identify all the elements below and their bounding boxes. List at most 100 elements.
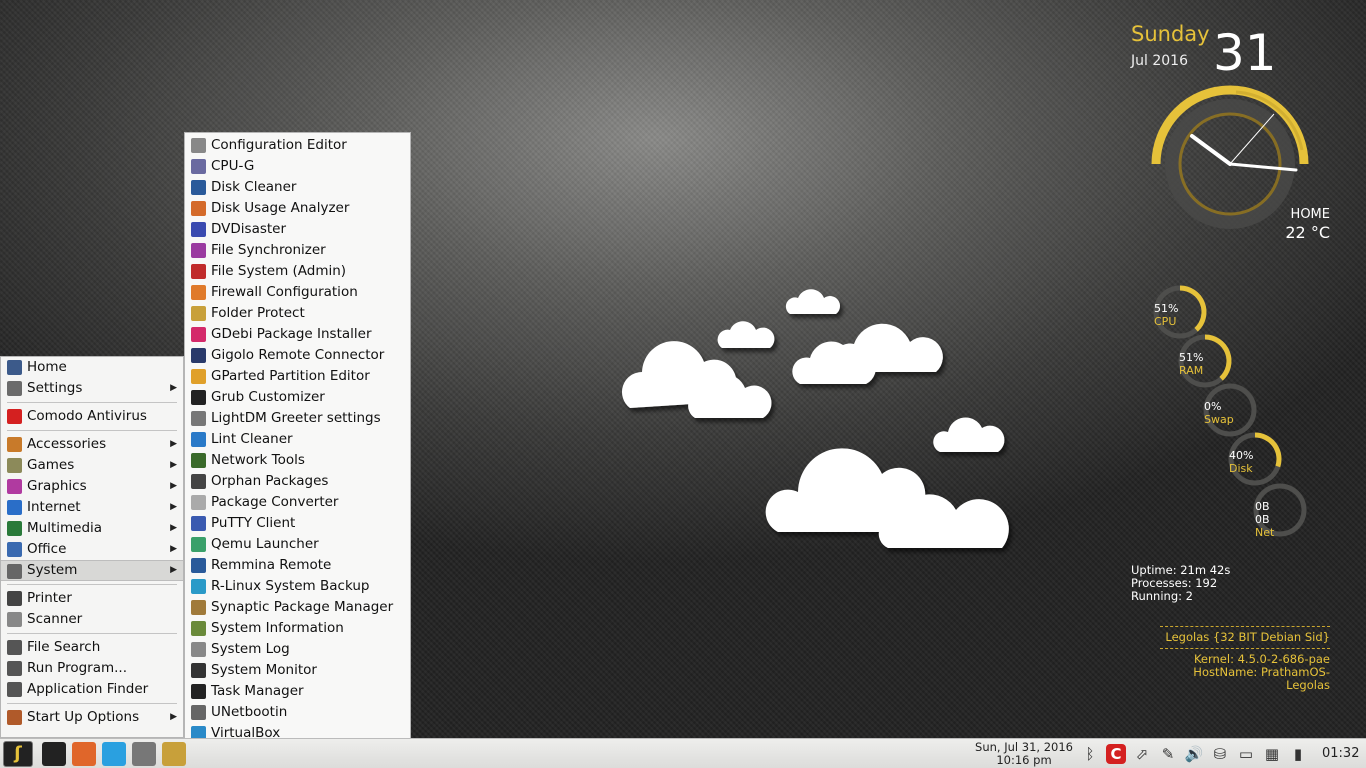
- submenu-item-label: Disk Usage Analyzer: [211, 200, 350, 216]
- network-icon[interactable]: ▦: [1262, 744, 1282, 764]
- submenu-item-label: GParted Partition Editor: [211, 368, 370, 384]
- menu-item-label: Accessories: [27, 436, 107, 452]
- menu-item-application-finder[interactable]: Application Finder: [1, 679, 183, 700]
- submenu-item-lint-cleaner[interactable]: Lint Cleaner: [185, 429, 410, 450]
- month-year: Jul 2016: [1131, 53, 1188, 69]
- submenu-item-folder-protect[interactable]: Folder Protect: [185, 303, 410, 324]
- submenu-item-orphan-packages[interactable]: Orphan Packages: [185, 471, 410, 492]
- screenshot-icon[interactable]: ⬀: [1132, 744, 1152, 764]
- comodo-tray-icon[interactable]: C: [1106, 744, 1126, 764]
- menu-item-comodo-antivirus[interactable]: Comodo Antivirus: [1, 406, 183, 427]
- menu-item-office[interactable]: Office ▶: [1, 539, 183, 560]
- submenu-item-putty-client[interactable]: PuTTY Client: [185, 513, 410, 534]
- cpu-g-icon: [191, 159, 206, 174]
- submenu-item-gdebi-package-installer[interactable]: GDebi Package Installer: [185, 324, 410, 345]
- submenu-item-gigolo-remote-connector[interactable]: Gigolo Remote Connector: [185, 345, 410, 366]
- submenu-item-dvdisaster[interactable]: DVDisaster: [185, 219, 410, 240]
- submenu-item-label: System Information: [211, 620, 344, 636]
- menu-item-home[interactable]: Home: [1, 357, 183, 378]
- grub-icon: [191, 390, 206, 405]
- menu-item-label: Scanner: [27, 611, 83, 627]
- submenu-item-disk-cleaner[interactable]: Disk Cleaner: [185, 177, 410, 198]
- day-number: 31: [1213, 24, 1277, 82]
- hostname: HostName: PrathamOS-Legolas: [1193, 665, 1330, 692]
- menu-item-file-search[interactable]: File Search: [1, 637, 183, 658]
- submenu-arrow-icon: ▶: [170, 544, 177, 554]
- submenu-item-qemu-launcher[interactable]: Qemu Launcher: [185, 534, 410, 555]
- tools-icon[interactable]: ✎: [1158, 744, 1178, 764]
- gauge-ram: 51% RAM: [1179, 351, 1203, 377]
- applications-menu: Home Settings ▶ Comodo Antivirus Accessories…: [0, 356, 184, 738]
- submenu-item-label: R-Linux System Backup: [211, 578, 370, 594]
- submenu-item-synaptic-package-manager[interactable]: Synaptic Package Manager: [185, 597, 410, 618]
- ram-value: 51%: [1179, 351, 1204, 364]
- disk-usage-icon: [191, 201, 206, 216]
- submenu-item-firewall-configuration[interactable]: Firewall Configuration: [185, 282, 410, 303]
- tray-clock[interactable]: 01:32: [1322, 744, 1359, 764]
- submenu-item-configuration-editor[interactable]: Configuration Editor: [185, 135, 410, 156]
- conky-date: Sunday Jul 2016 31: [1131, 22, 1331, 82]
- submenu-item-cpu-g[interactable]: CPU-G: [185, 156, 410, 177]
- menu-item-label: Internet: [27, 499, 81, 515]
- weather-location: HOME: [1290, 207, 1330, 222]
- swap-label: Swap: [1204, 413, 1234, 426]
- submenu-item-file-synchronizer[interactable]: File Synchronizer: [185, 240, 410, 261]
- submenu-item-network-tools[interactable]: Network Tools: [185, 450, 410, 471]
- config-editor-icon: [191, 138, 206, 153]
- submenu-item-unetbootin[interactable]: UNetbootin: [185, 702, 410, 723]
- menu-item-accessories[interactable]: Accessories ▶: [1, 434, 183, 455]
- menu-item-scanner[interactable]: Scanner: [1, 609, 183, 630]
- submenu-item-package-converter[interactable]: Package Converter: [185, 492, 410, 513]
- submenu-item-label: Gigolo Remote Connector: [211, 347, 385, 363]
- menu-item-start-up-options[interactable]: Start Up Options ▶: [1, 707, 183, 728]
- volume-icon[interactable]: 🔊: [1184, 744, 1204, 764]
- text-editor-icon[interactable]: [162, 742, 186, 766]
- terminal-icon[interactable]: [42, 742, 66, 766]
- orphan-packages-icon: [191, 474, 206, 489]
- submenu-item-task-manager[interactable]: Task Manager: [185, 681, 410, 702]
- menu-item-printer[interactable]: Printer: [1, 588, 183, 609]
- gauge-cpu: 51% CPU: [1154, 302, 1178, 328]
- startup-options-icon: [7, 710, 22, 725]
- submenu-item-grub-customizer[interactable]: Grub Customizer: [185, 387, 410, 408]
- system-monitor-icon: [191, 663, 206, 678]
- gparted-icon: [191, 369, 206, 384]
- gdebi-icon: [191, 327, 206, 342]
- submenu-item-gparted-partition-editor[interactable]: GParted Partition Editor: [185, 366, 410, 387]
- battery-icon[interactable]: ▮: [1288, 744, 1308, 764]
- start-menu-button[interactable]: ʃ: [3, 741, 33, 767]
- menu-item-run-program[interactable]: Run Program...: [1, 658, 183, 679]
- system-log-icon: [191, 642, 206, 657]
- display-icon[interactable]: ▭: [1236, 744, 1256, 764]
- submenu-item-disk-usage-analyzer[interactable]: Disk Usage Analyzer: [185, 198, 410, 219]
- calculator-icon[interactable]: [132, 742, 156, 766]
- submenu-item-remmina-remote[interactable]: Remmina Remote: [185, 555, 410, 576]
- menu-item-graphics[interactable]: Graphics ▶: [1, 476, 183, 497]
- bluetooth-icon[interactable]: ᛒ: [1080, 744, 1100, 764]
- unetbootin-icon: [191, 705, 206, 720]
- submenu-item-lightdm-greeter-settings[interactable]: LightDM Greeter settings: [185, 408, 410, 429]
- menu-item-multimedia[interactable]: Multimedia ▶: [1, 518, 183, 539]
- firefox-icon[interactable]: [72, 742, 96, 766]
- submenu-item-system-information[interactable]: System Information: [185, 618, 410, 639]
- dvdisaster-icon: [191, 222, 206, 237]
- submenu-item-label: Network Tools: [211, 452, 305, 468]
- menu-item-label: Comodo Antivirus: [27, 408, 147, 424]
- menu-separator: [7, 633, 177, 634]
- submenu-item-label: Task Manager: [211, 683, 304, 699]
- disk-mount-icon[interactable]: ⛁: [1210, 744, 1230, 764]
- skype-icon[interactable]: [102, 742, 126, 766]
- submenu-arrow-icon: ▶: [170, 565, 177, 575]
- submenu-item-system-log[interactable]: System Log: [185, 639, 410, 660]
- ram-label: RAM: [1179, 364, 1204, 377]
- file-sync-icon: [191, 243, 206, 258]
- menu-item-settings[interactable]: Settings ▶: [1, 378, 183, 399]
- menu-item-games[interactable]: Games ▶: [1, 455, 183, 476]
- taskbar-datetime[interactable]: Sun, Jul 31, 2016 10:16 pm: [972, 741, 1076, 767]
- submenu-item-r-linux-system-backup[interactable]: R-Linux System Backup: [185, 576, 410, 597]
- submenu-item-system-monitor[interactable]: System Monitor: [185, 660, 410, 681]
- menu-item-system[interactable]: System ▶: [1, 560, 183, 581]
- menu-item-internet[interactable]: Internet ▶: [1, 497, 183, 518]
- submenu-item-label: Synaptic Package Manager: [211, 599, 394, 615]
- submenu-item-file-system-admin[interactable]: File System (Admin): [185, 261, 410, 282]
